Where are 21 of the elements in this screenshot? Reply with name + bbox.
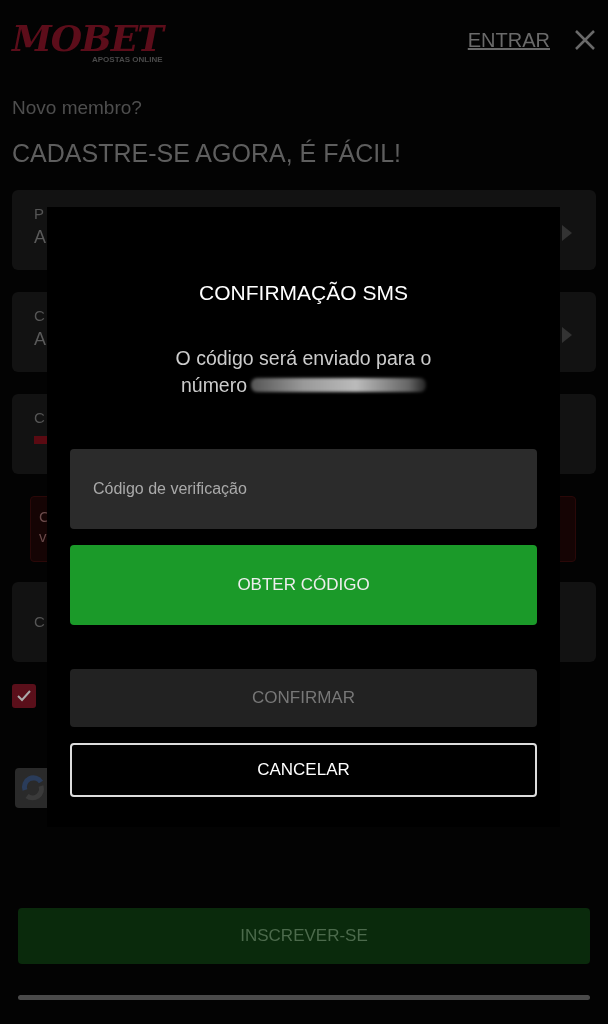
logo-tagline: APOSTAS ONLINE bbox=[92, 56, 163, 64]
page-title: CADASTRE-SE AGORA, É FÁCIL! bbox=[12, 137, 402, 169]
subtitle: Novo membro? bbox=[12, 96, 143, 120]
field-label: C bbox=[34, 306, 46, 326]
login-link[interactable]: ENTRAR bbox=[467, 25, 550, 55]
check-icon bbox=[17, 690, 31, 702]
close-icon[interactable] bbox=[574, 29, 596, 51]
flag-icon bbox=[34, 435, 48, 444]
field-value: A bbox=[34, 225, 46, 249]
alert-text: v bbox=[39, 526, 48, 546]
code-field[interactable]: Código de verificação bbox=[70, 449, 537, 530]
field-label: C bbox=[34, 612, 46, 632]
cancel-button[interactable]: CANCELAR bbox=[70, 743, 537, 798]
field-value: A bbox=[34, 327, 46, 351]
field-label: C bbox=[34, 408, 46, 428]
field-label: P bbox=[34, 204, 45, 224]
dialog-title: CONFIRMAÇÃO SMS bbox=[198, 280, 409, 306]
terms-checkbox[interactable] bbox=[12, 684, 36, 708]
dialog-message: O código será enviado para o bbox=[174, 345, 433, 371]
get-code-button[interactable]: OBTER CÓDIGO bbox=[70, 545, 537, 626]
dialog-message: número bbox=[180, 372, 248, 398]
